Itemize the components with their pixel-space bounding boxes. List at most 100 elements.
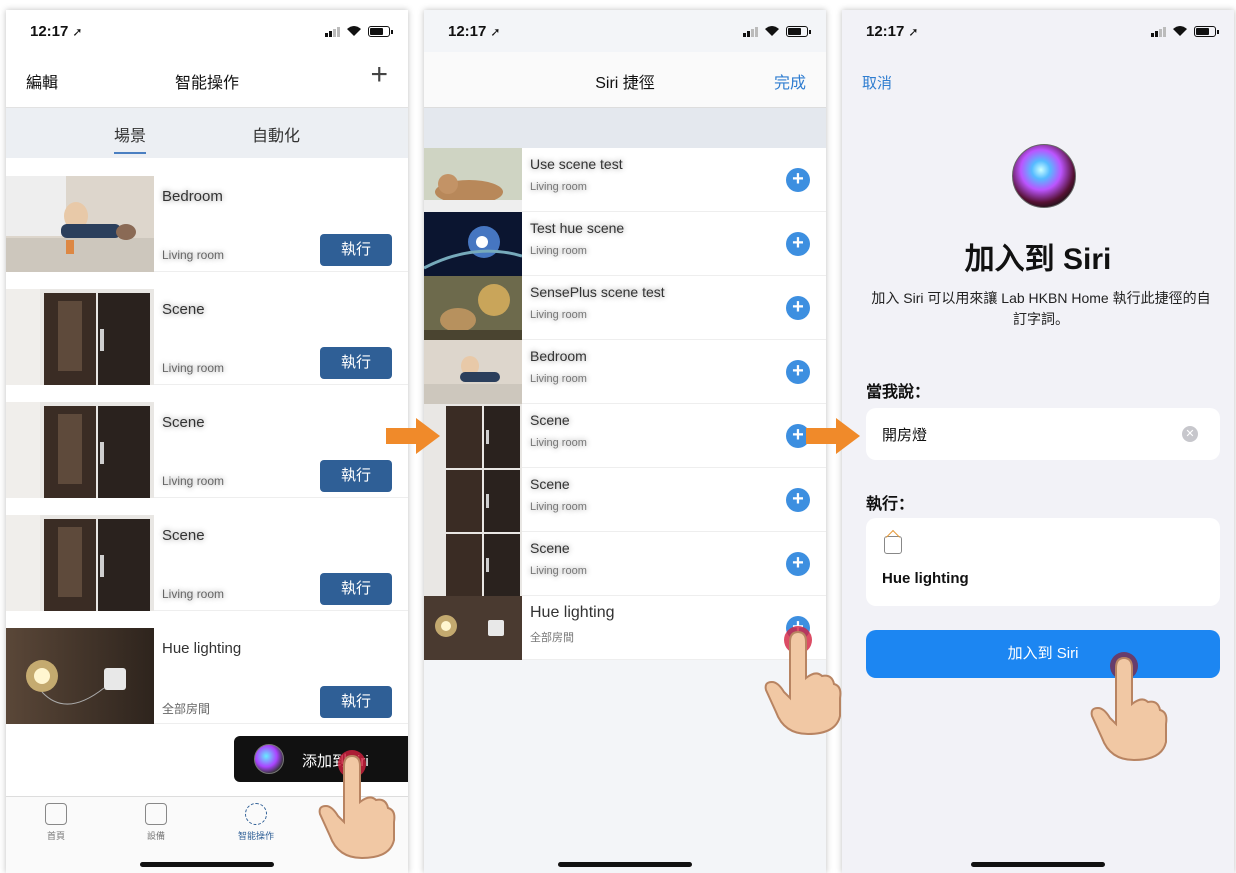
scene-name: Hue lighting <box>162 640 242 657</box>
description-text: 加入 Siri 可以用來讓 Lab HKBN Home 執行此捷徑的自訂字詞。 <box>871 290 1211 327</box>
pointing-hand-icon <box>1090 652 1168 762</box>
page-title: Siri 捷徑 <box>595 75 655 92</box>
door-photo <box>424 532 522 596</box>
shortcut-name: Scene <box>530 540 570 556</box>
add-shortcut-button[interactable]: + <box>786 232 810 256</box>
tab-smart-actions[interactable]: 智能操作 <box>226 803 286 842</box>
shortcut-row[interactable]: Test hue scene Living room + <box>424 212 826 276</box>
scene-room: 全部房間 <box>162 702 211 716</box>
do-label: 執行： <box>866 496 915 513</box>
done-button[interactable]: 完成 <box>774 69 806 93</box>
cancel-button[interactable]: 取消 <box>862 72 892 93</box>
shortcut-row[interactable]: Scene Living room + <box>424 468 826 532</box>
battery-icon <box>1194 25 1219 37</box>
cellular-signal-icon <box>1151 26 1166 37</box>
run-button[interactable]: 執行 <box>320 347 392 379</box>
cat-photo <box>424 148 522 212</box>
shortcut-room: Living room <box>530 373 587 385</box>
status-time: 12:17 ➚ <box>448 23 501 40</box>
shortcut-row[interactable]: Scene Living room + <box>424 532 826 596</box>
run-button[interactable]: 執行 <box>320 234 392 266</box>
add-shortcut-button[interactable]: + <box>786 360 810 384</box>
clear-icon[interactable]: ✕ <box>1182 426 1198 442</box>
tab-scenes[interactable]: 場景 <box>114 122 147 154</box>
tab-automation[interactable]: 自動化 <box>252 122 300 146</box>
run-button[interactable]: 執行 <box>320 573 392 605</box>
status-time: 12:17 ➚ <box>30 23 83 40</box>
siri-icon <box>254 744 284 774</box>
shortcut-list: Use scene test Living room + Test hue sc… <box>424 148 826 660</box>
add-shortcut-button[interactable]: + <box>786 168 810 192</box>
shortcut-name: SensePlus scene test <box>530 284 665 300</box>
shortcut-row[interactable]: Bedroom Living room + <box>424 340 826 404</box>
wifi-icon <box>347 26 361 36</box>
cellular-signal-icon <box>743 26 758 37</box>
nav-bar: Siri 捷徑 完成 <box>424 52 826 108</box>
siri-shortcuts-screen: 12:17 ➚ Siri 捷徑 完成 Use scene test Living … <box>424 10 826 873</box>
pointing-hand-icon <box>318 750 396 860</box>
shortcut-name: Scene <box>530 412 570 428</box>
when-i-say-label: 當我說： <box>866 384 931 401</box>
run-button[interactable]: 執行 <box>320 686 392 718</box>
dog-fan-photo <box>424 276 522 340</box>
scene-row[interactable]: Bedroom Living room 執行 <box>6 176 408 272</box>
status-time: 12:17 ➚ <box>866 23 919 40</box>
shortcut-row[interactable]: Scene Living room + <box>424 404 826 468</box>
home-app-icon <box>884 536 902 554</box>
tab-devices[interactable]: 設備 <box>126 803 186 842</box>
action-name: Hue lighting <box>882 570 969 587</box>
smart-actions-icon <box>245 803 267 825</box>
scene-row[interactable]: Hue lighting 全部房間 執行 <box>6 628 408 724</box>
shortcut-row[interactable]: SensePlus scene test Living room + <box>424 276 826 340</box>
scene-room: Living room <box>162 474 225 488</box>
run-button[interactable]: 執行 <box>320 460 392 492</box>
add-shortcut-button[interactable]: + <box>786 552 810 576</box>
door-photo <box>424 468 522 532</box>
action-card: Hue lighting <box>866 518 1220 606</box>
scene-room: Living room <box>162 248 225 262</box>
battery-icon <box>368 25 393 37</box>
scene-name: Scene <box>162 527 205 544</box>
nav-bar: 編輯 智能操作 + <box>6 52 408 108</box>
scene-row[interactable]: Scene Living room 執行 <box>6 289 408 385</box>
door-photo <box>6 289 154 385</box>
scene-name: Bedroom <box>162 188 223 205</box>
scene-row[interactable]: Scene Living room 執行 <box>6 402 408 498</box>
shortcut-name: Test hue scene <box>530 220 625 236</box>
add-shortcut-button[interactable]: + <box>786 296 810 320</box>
shortcut-room: Living room <box>530 309 587 321</box>
wifi-icon <box>1173 26 1187 36</box>
scene-row[interactable]: Scene Living room 執行 <box>6 515 408 611</box>
scene-room: Living room <box>162 587 225 601</box>
page-title: 智能操作 <box>174 75 239 92</box>
header-band <box>424 108 826 148</box>
scene-name: Scene <box>162 301 205 318</box>
phrase-value: 開房燈 <box>882 427 928 444</box>
shortcut-row[interactable]: Use scene test Living room + <box>424 148 826 212</box>
home-indicator <box>558 862 692 867</box>
cellular-signal-icon <box>325 26 340 37</box>
add-scene-button[interactable]: + <box>370 60 388 90</box>
home-indicator <box>140 862 274 867</box>
scene-automation-tabs: 場景 自動化 <box>6 108 408 158</box>
phrase-field[interactable]: 開房燈 ✕ <box>866 408 1220 460</box>
page-title: 加入到 Siri <box>964 243 1112 276</box>
location-arrow-icon: ➚ <box>490 25 501 39</box>
shortcut-name: Bedroom <box>530 348 587 364</box>
status-bar: 12:17 ➚ <box>6 10 408 52</box>
home-indicator <box>971 862 1105 867</box>
door-photo <box>6 515 154 611</box>
add-shortcut-button[interactable]: + <box>786 488 810 512</box>
tab-smart-actions-label: 智能操作 <box>237 831 274 841</box>
shortcut-name: Hue lighting <box>530 604 615 621</box>
wifi-icon <box>765 26 779 36</box>
tab-home[interactable]: 首頁 <box>26 803 86 842</box>
devices-icon <box>145 803 167 825</box>
location-arrow-icon: ➚ <box>72 25 83 39</box>
siri-icon <box>1012 144 1076 208</box>
scene-name: Scene <box>162 414 205 431</box>
home-icon <box>45 803 67 825</box>
orange-arrow-icon <box>386 418 440 454</box>
shortcut-name: Scene <box>530 476 570 492</box>
lamp-photo <box>424 596 522 660</box>
